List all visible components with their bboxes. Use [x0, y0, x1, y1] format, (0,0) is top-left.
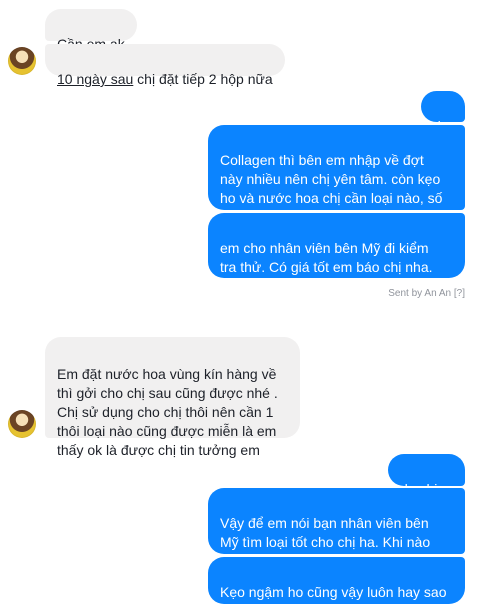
message-text: chị đặt tiếp 2 hộp nữa — [133, 71, 273, 87]
message-text: em cho nhân viên bên Mỹ đi kiểm tra thử.… — [220, 240, 433, 294]
outgoing-message-bubble[interactable]: em cho nhân viên bên Mỹ đi kiểm tra thử.… — [208, 213, 465, 294]
contact-avatar[interactable] — [8, 47, 36, 75]
contact-avatar[interactable] — [8, 410, 36, 438]
incoming-message-bubble[interactable]: 10 ngày sau chị đặt tiếp 2 hộp nữa — [45, 44, 285, 87]
outgoing-message-bubble[interactable]: Kẹo ngậm ho cũng vậy luôn hay sao ạ — [208, 557, 465, 606]
incoming-message-bubble[interactable]: Cần em ak — [45, 9, 137, 52]
outgoing-message-bubble[interactable]: Vậy để em nói bạn nhân viên bên Mỹ tìm l… — [208, 488, 465, 569]
date-link[interactable]: 10 ngày sau — [57, 71, 133, 87]
outgoing-message-bubble[interactable]: dạ chị. — [388, 454, 465, 497]
incoming-message-bubble[interactable]: Em đặt nước hoa vùng kín hàng về thì gởi… — [45, 337, 300, 458]
outgoing-message-bubble[interactable]: dạ — [421, 91, 465, 134]
message-text: Kẹo ngậm ho cũng vậy luôn hay sao ạ — [220, 584, 447, 606]
seen-receipt: Sent by An An [?] — [388, 288, 465, 299]
message-text: Em đặt nước hoa vùng kín hàng về thì gởi… — [57, 366, 278, 458]
outgoing-message-bubble[interactable]: Collagen thì bên em nhập về đợt này nhiề… — [208, 125, 465, 225]
